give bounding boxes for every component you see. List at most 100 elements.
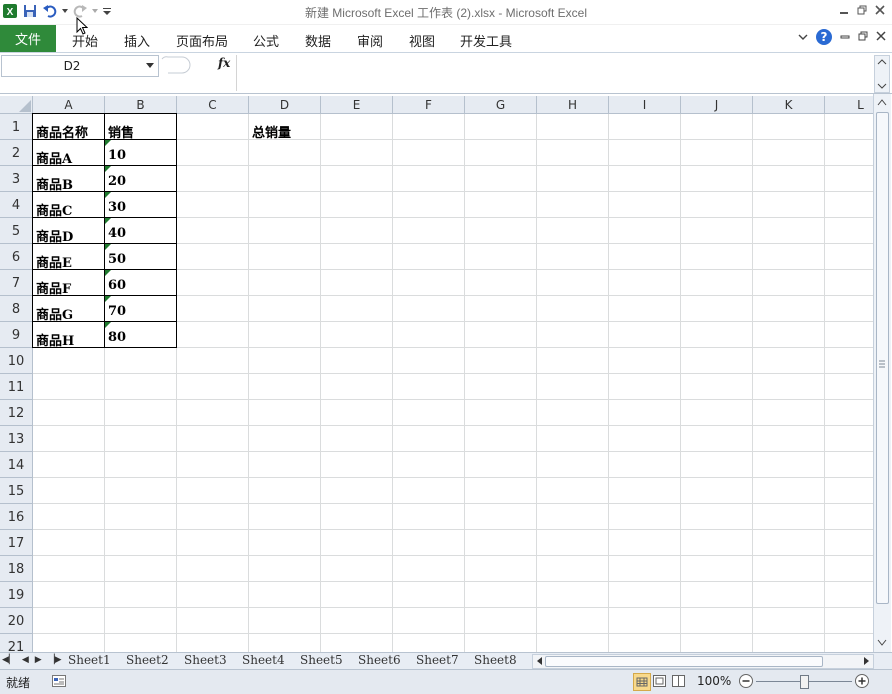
row-header-4[interactable]: 4 xyxy=(0,192,33,218)
page-layout-view-icon[interactable] xyxy=(653,675,666,690)
cell-a6[interactable]: 商品E xyxy=(36,252,72,271)
minimize-ribbon-icon[interactable] xyxy=(798,30,808,44)
tab-data[interactable]: 数据 xyxy=(305,31,331,50)
cell-d1[interactable]: 总销量 xyxy=(252,122,291,141)
workbook-restore-icon[interactable] xyxy=(858,30,868,44)
next-sheet-icon[interactable]: ▶ xyxy=(35,655,42,665)
row-header-10[interactable]: 10 xyxy=(0,348,33,374)
tab-developer[interactable]: 开发工具 xyxy=(460,31,512,50)
cell-b9[interactable]: 80 xyxy=(108,330,126,345)
column-header-a[interactable]: A xyxy=(33,96,105,114)
sheet-tab-6[interactable]: Sheet6 xyxy=(358,653,401,668)
cell-a8[interactable]: 商品G xyxy=(36,304,73,323)
first-sheet-icon[interactable]: ◀▏ xyxy=(2,655,16,665)
zoom-in-icon[interactable] xyxy=(854,673,870,692)
column-header-h[interactable]: H xyxy=(537,96,609,114)
row-header-6[interactable]: 6 xyxy=(0,244,33,270)
row-header-21[interactable]: 21 xyxy=(0,634,33,652)
cell-a4[interactable]: 商品C xyxy=(36,200,72,219)
row-header-14[interactable]: 14 xyxy=(0,452,33,478)
tab-review[interactable]: 审阅 xyxy=(357,31,383,50)
sheet-tab-2[interactable]: Sheet2 xyxy=(126,653,169,668)
horizontal-scrollbar[interactable] xyxy=(532,654,874,669)
cell-b1[interactable]: 销售 xyxy=(108,122,134,141)
page-break-view-icon[interactable] xyxy=(672,675,685,690)
vertical-scrollbar[interactable] xyxy=(873,94,891,652)
cell-a7[interactable]: 商品F xyxy=(36,278,71,297)
column-header-k[interactable]: K xyxy=(753,96,825,114)
zoom-slider-thumb[interactable] xyxy=(800,675,809,689)
cell-b7[interactable]: 60 xyxy=(108,278,126,293)
sheet-tab-7[interactable]: Sheet7 xyxy=(416,653,459,668)
cell-a9[interactable]: 商品H xyxy=(36,330,74,349)
sheet-tab-5[interactable]: Sheet5 xyxy=(300,653,343,668)
row-header-9[interactable]: 9 xyxy=(0,322,33,348)
row-header-8[interactable]: 8 xyxy=(0,296,33,322)
select-all-corner[interactable] xyxy=(0,96,33,114)
cell-a3[interactable]: 商品B xyxy=(36,174,73,193)
column-header-b[interactable]: B xyxy=(105,96,177,114)
row-header-16[interactable]: 16 xyxy=(0,504,33,530)
row-header-1[interactable]: 1 xyxy=(0,114,33,140)
column-header-e[interactable]: E xyxy=(321,96,393,114)
row-header-18[interactable]: 18 xyxy=(0,556,33,582)
column-header-d[interactable]: D xyxy=(249,96,321,114)
row-header-11[interactable]: 11 xyxy=(0,374,33,400)
cell-b2[interactable]: 10 xyxy=(108,148,126,163)
last-sheet-icon[interactable]: ▕▶ xyxy=(48,655,62,665)
row-header-17[interactable]: 17 xyxy=(0,530,33,556)
name-box[interactable]: D2 xyxy=(1,55,159,77)
cell-a5[interactable]: 商品D xyxy=(36,226,73,245)
column-header-g[interactable]: G xyxy=(465,96,537,114)
row-header-3[interactable]: 3 xyxy=(0,166,33,192)
cell-b3[interactable]: 20 xyxy=(108,174,126,189)
row-header-15[interactable]: 15 xyxy=(0,478,33,504)
row-header-20[interactable]: 20 xyxy=(0,608,33,634)
zoom-level[interactable]: 100% xyxy=(697,674,731,688)
cell-b5[interactable]: 40 xyxy=(108,226,126,241)
column-header-f[interactable]: F xyxy=(393,96,465,114)
row-gridline xyxy=(33,581,873,582)
formula-bar-scroll[interactable] xyxy=(874,55,890,93)
insert-function-button[interactable]: fx xyxy=(218,56,230,70)
row-header-5[interactable]: 5 xyxy=(0,218,33,244)
tab-view[interactable]: 视图 xyxy=(409,31,435,50)
zoom-out-icon[interactable] xyxy=(738,673,754,692)
sheet-tab-3[interactable]: Sheet3 xyxy=(184,653,227,668)
row-header-2[interactable]: 2 xyxy=(0,140,33,166)
column-header-j[interactable]: J xyxy=(681,96,753,114)
normal-view-icon[interactable] xyxy=(633,673,651,691)
row-header-7[interactable]: 7 xyxy=(0,270,33,296)
row-header-12[interactable]: 12 xyxy=(0,400,33,426)
sheet-tab-1[interactable]: Sheet1 xyxy=(68,653,111,668)
row-header-19[interactable]: 19 xyxy=(0,582,33,608)
tab-insert[interactable]: 插入 xyxy=(124,31,150,50)
column-header-i[interactable]: I xyxy=(609,96,681,114)
cell-a2[interactable]: 商品A xyxy=(36,148,72,167)
workbook-close-icon[interactable] xyxy=(876,30,886,44)
column-gridline xyxy=(680,114,681,652)
column-header-l[interactable]: L xyxy=(825,96,873,114)
formula-input[interactable] xyxy=(236,55,873,91)
prev-sheet-icon[interactable]: ◀ xyxy=(22,655,29,665)
cell-b6[interactable]: 50 xyxy=(108,252,126,267)
restore-icon[interactable] xyxy=(854,2,870,18)
cell-a1[interactable]: 商品名称 xyxy=(36,122,88,141)
sheet-tab-8[interactable]: Sheet8 xyxy=(474,653,517,668)
file-tab[interactable]: 文件 xyxy=(0,25,56,52)
close-icon[interactable] xyxy=(872,2,888,18)
horizontal-scroll-thumb[interactable] xyxy=(545,656,823,667)
cell-b4[interactable]: 30 xyxy=(108,200,126,215)
sheet-tab-4[interactable]: Sheet4 xyxy=(242,653,285,668)
worksheet-grid[interactable]: A B C D E F G H I J K L 1 2 3 4 5 6 7 8 9 10 11 12 13 14 15 16 17 18 1… xyxy=(0,96,873,652)
tab-page-layout[interactable]: 页面布局 xyxy=(176,31,228,50)
column-header-c[interactable]: C xyxy=(177,96,249,114)
tab-formulas[interactable]: 公式 xyxy=(253,31,279,50)
help-icon[interactable]: ? xyxy=(816,29,832,45)
macro-record-icon[interactable] xyxy=(52,675,66,690)
minimize-icon[interactable] xyxy=(836,2,852,18)
cell-b8[interactable]: 70 xyxy=(108,304,126,319)
row-header-13[interactable]: 13 xyxy=(0,426,33,452)
chevron-down-icon[interactable] xyxy=(146,63,154,68)
workbook-minimize-icon[interactable] xyxy=(840,30,850,44)
